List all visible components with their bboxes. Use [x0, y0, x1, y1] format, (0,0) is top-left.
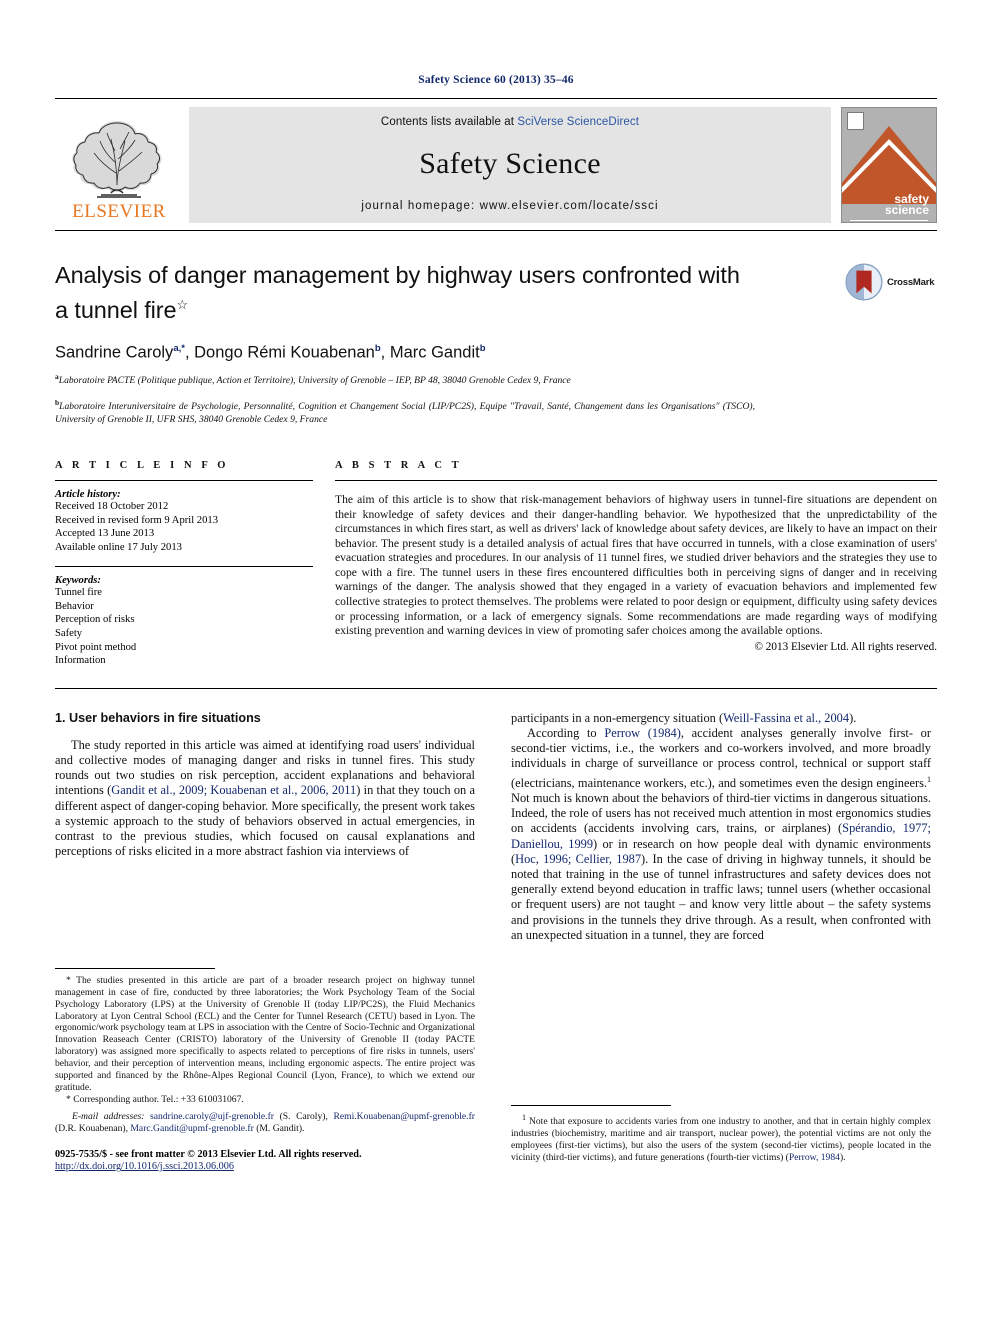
issn-block: 0925-7535/$ - see front matter © 2013 El… — [55, 1149, 475, 1174]
footnote-rule-right — [511, 1104, 671, 1106]
title-block: Analysis of danger management by highway… — [55, 261, 937, 426]
article-info-rule — [55, 479, 313, 481]
footnote-ref-1[interactable]: 1 — [927, 775, 931, 784]
para-right-0-b: ). — [849, 710, 857, 725]
citation-gandit[interactable]: Gandit et al., 2009; Kouabenan et al., 2… — [111, 783, 356, 797]
section-title: 1. User behaviors in fire situations — [55, 710, 261, 725]
footnote-1-text-a: Note that exposure to accidents varies f… — [511, 1116, 931, 1163]
paper-page: Safety Science 60 (2013) 35–46 ELSEVIER … — [0, 0, 992, 1323]
banner-center: Contents lists available at SciVerse Sci… — [189, 107, 831, 223]
abstract-rule — [335, 479, 937, 481]
keyword-3: Safety — [55, 628, 83, 640]
article-history-1: Received in revised form 9 April 2013 — [55, 514, 218, 526]
footnote-emails: E-mail addresses: sandrine.caroly@ujf-gr… — [55, 1111, 475, 1135]
page-title: Analysis of danger management by highway… — [55, 261, 755, 325]
citation-hoc-cellier[interactable]: Hoc, 1996; Cellier, 1987 — [515, 852, 641, 866]
rule-abstract-bottom — [55, 687, 937, 689]
body-columns: 1. User behaviors in fire situations The… — [55, 710, 937, 1172]
footnote-1-mark: 1 — [522, 1112, 526, 1122]
article-history-label: Article history: — [55, 488, 121, 500]
footnote-corresponding-mark: * — [66, 1093, 71, 1105]
journal-homepage[interactable]: journal homepage: www.elsevier.com/locat… — [361, 200, 658, 212]
footnote-star-mark: * — [66, 974, 71, 986]
journal-title: Safety Science — [419, 147, 601, 180]
footnote-1: 1 Note that exposure to accidents varies… — [511, 1112, 931, 1164]
footnote-rule — [55, 967, 215, 969]
email-link-gandit[interactable]: Marc.Gandit@upmf-grenoble.fr — [130, 1123, 253, 1134]
doi-link[interactable]: http://dx.doi.org/10.1016/j.ssci.2013.06… — [55, 1161, 234, 1172]
keyword-1: Behavior — [55, 600, 94, 612]
para-right-1-a: According to — [527, 726, 605, 741]
sciencedirect-link[interactable]: SciVerse ScienceDirect — [517, 116, 639, 128]
crossmark-label: CrossMark — [887, 276, 935, 288]
elsevier-tree-icon — [72, 121, 162, 198]
author-list: Sandrine Carolya,*, Dongo Rémi Kouabenan… — [55, 342, 486, 362]
keywords-label: Keywords: — [55, 575, 101, 587]
right-footnote-block: 1 Note that exposure to accidents varies… — [511, 1091, 931, 1164]
paragraph-right-1: According to Perrow (1984), accident ana… — [511, 726, 931, 943]
crossmark-icon[interactable] — [845, 263, 883, 301]
article-title-text: Analysis of danger management by highway… — [55, 262, 740, 323]
keyword-5: Information — [55, 655, 106, 667]
paragraph-left-1: The study reported in this article was a… — [55, 738, 475, 860]
footnote-corresponding-text: Corresponding author. Tel.: +33 61003106… — [73, 1093, 244, 1105]
contents-prefix: Contents lists available at — [380, 116, 518, 128]
info-abstract-section: A R T I C L E I N F O Article history: R… — [55, 460, 937, 668]
abstract-text: The aim of this article is to show that … — [335, 492, 937, 638]
cover-title: safety science — [884, 193, 929, 217]
email2-owner: (D.R. Kouabenan), — [55, 1122, 131, 1134]
keywords-rule — [55, 566, 313, 568]
citation-perrow-1984[interactable]: Perrow (1984) — [604, 726, 681, 740]
left-footnote-block: * The studies presented in this article … — [55, 954, 475, 1174]
article-history-0: Received 18 October 2012 — [55, 500, 169, 512]
abstract-copyright: © 2013 Elsevier Ltd. All rights reserved… — [754, 640, 938, 653]
footnote-corresponding: * Corresponding author. Tel.: +33 610031… — [55, 1094, 475, 1106]
footnote-star-text: The studies presented in this article ar… — [55, 974, 475, 1094]
journal-cover-thumbnail: safety science ISSN 0925-7535 Editor-in-… — [841, 107, 937, 223]
email-link-kouabenan[interactable]: Remi.Kouabenan@upmf-grenoble.fr — [333, 1111, 475, 1122]
issn-line: 0925-7535/$ - see front matter © 2013 El… — [55, 1148, 362, 1160]
title-footnote-star: ☆ — [176, 297, 189, 312]
citation-perrow-footnote[interactable]: Perrow, 1984 — [789, 1152, 840, 1163]
keyword-2: Perception of risks — [55, 614, 135, 626]
keyword-4: Pivot point method — [55, 641, 137, 653]
affiliation-b: bLaboratoire Interuniversitaire de Psych… — [55, 397, 755, 426]
affiliation-b-text: Laboratoire Interuniversitaire de Psycho… — [55, 401, 755, 425]
email-link-caroly[interactable]: sandrine.caroly@ujf-grenoble.fr — [150, 1111, 274, 1122]
elsevier-wordmark: ELSEVIER — [72, 201, 166, 222]
affiliation-a-text: Laboratoire PACTE (Politique publique, A… — [58, 375, 571, 387]
contents-line: Contents lists available at SciVerse Sci… — [381, 116, 639, 128]
citation-weill-fassina[interactable]: Weill-Fassina et al., 2004 — [723, 711, 849, 725]
article-info-heading: A R T I C L E I N F O — [55, 459, 230, 471]
footnote-1-text-b: ). — [839, 1151, 846, 1163]
para-right-0-a: participants in a non-emergency situatio… — [511, 710, 724, 725]
email1-owner: (S. Caroly), — [273, 1110, 334, 1122]
rule-top — [55, 98, 937, 99]
abstract-heading: A B S T R A C T — [335, 459, 463, 471]
body-column-right: participants in a non-emergency situatio… — [511, 711, 931, 1163]
article-info-column: A R T I C L E I N F O Article history: R… — [55, 460, 313, 668]
cover-rule — [850, 220, 928, 221]
title-left: Analysis of danger management by highway… — [55, 261, 755, 426]
email3-owner: (M. Gandit). — [253, 1122, 305, 1134]
body-column-left: 1. User behaviors in fire situations The… — [55, 710, 475, 1172]
footnote-star: * The studies presented in this article … — [55, 975, 475, 1094]
article-history-3: Available online 17 July 2013 — [55, 541, 182, 553]
cover-title-line2: science — [884, 203, 929, 217]
abstract-column: A B S T R A C T The aim of this article … — [335, 460, 937, 668]
article-history-2: Accepted 13 June 2013 — [55, 528, 155, 540]
elsevier-logo: ELSEVIER — [55, 107, 183, 223]
paragraph-right-0: participants in a non-emergency situatio… — [511, 711, 931, 726]
running-head: Safety Science 60 (2013) 35–46 — [418, 74, 574, 86]
email-label: E-mail addresses: — [72, 1110, 145, 1122]
rule-under-banner — [55, 230, 937, 231]
keyword-0: Tunnel fire — [55, 587, 102, 599]
affiliation-a: aLaboratoire PACTE (Politique publique, … — [55, 371, 755, 388]
journal-banner: ELSEVIER Contents lists available at Sci… — [55, 107, 937, 223]
crossmark-badge-group[interactable]: CrossMark — [845, 263, 937, 301]
